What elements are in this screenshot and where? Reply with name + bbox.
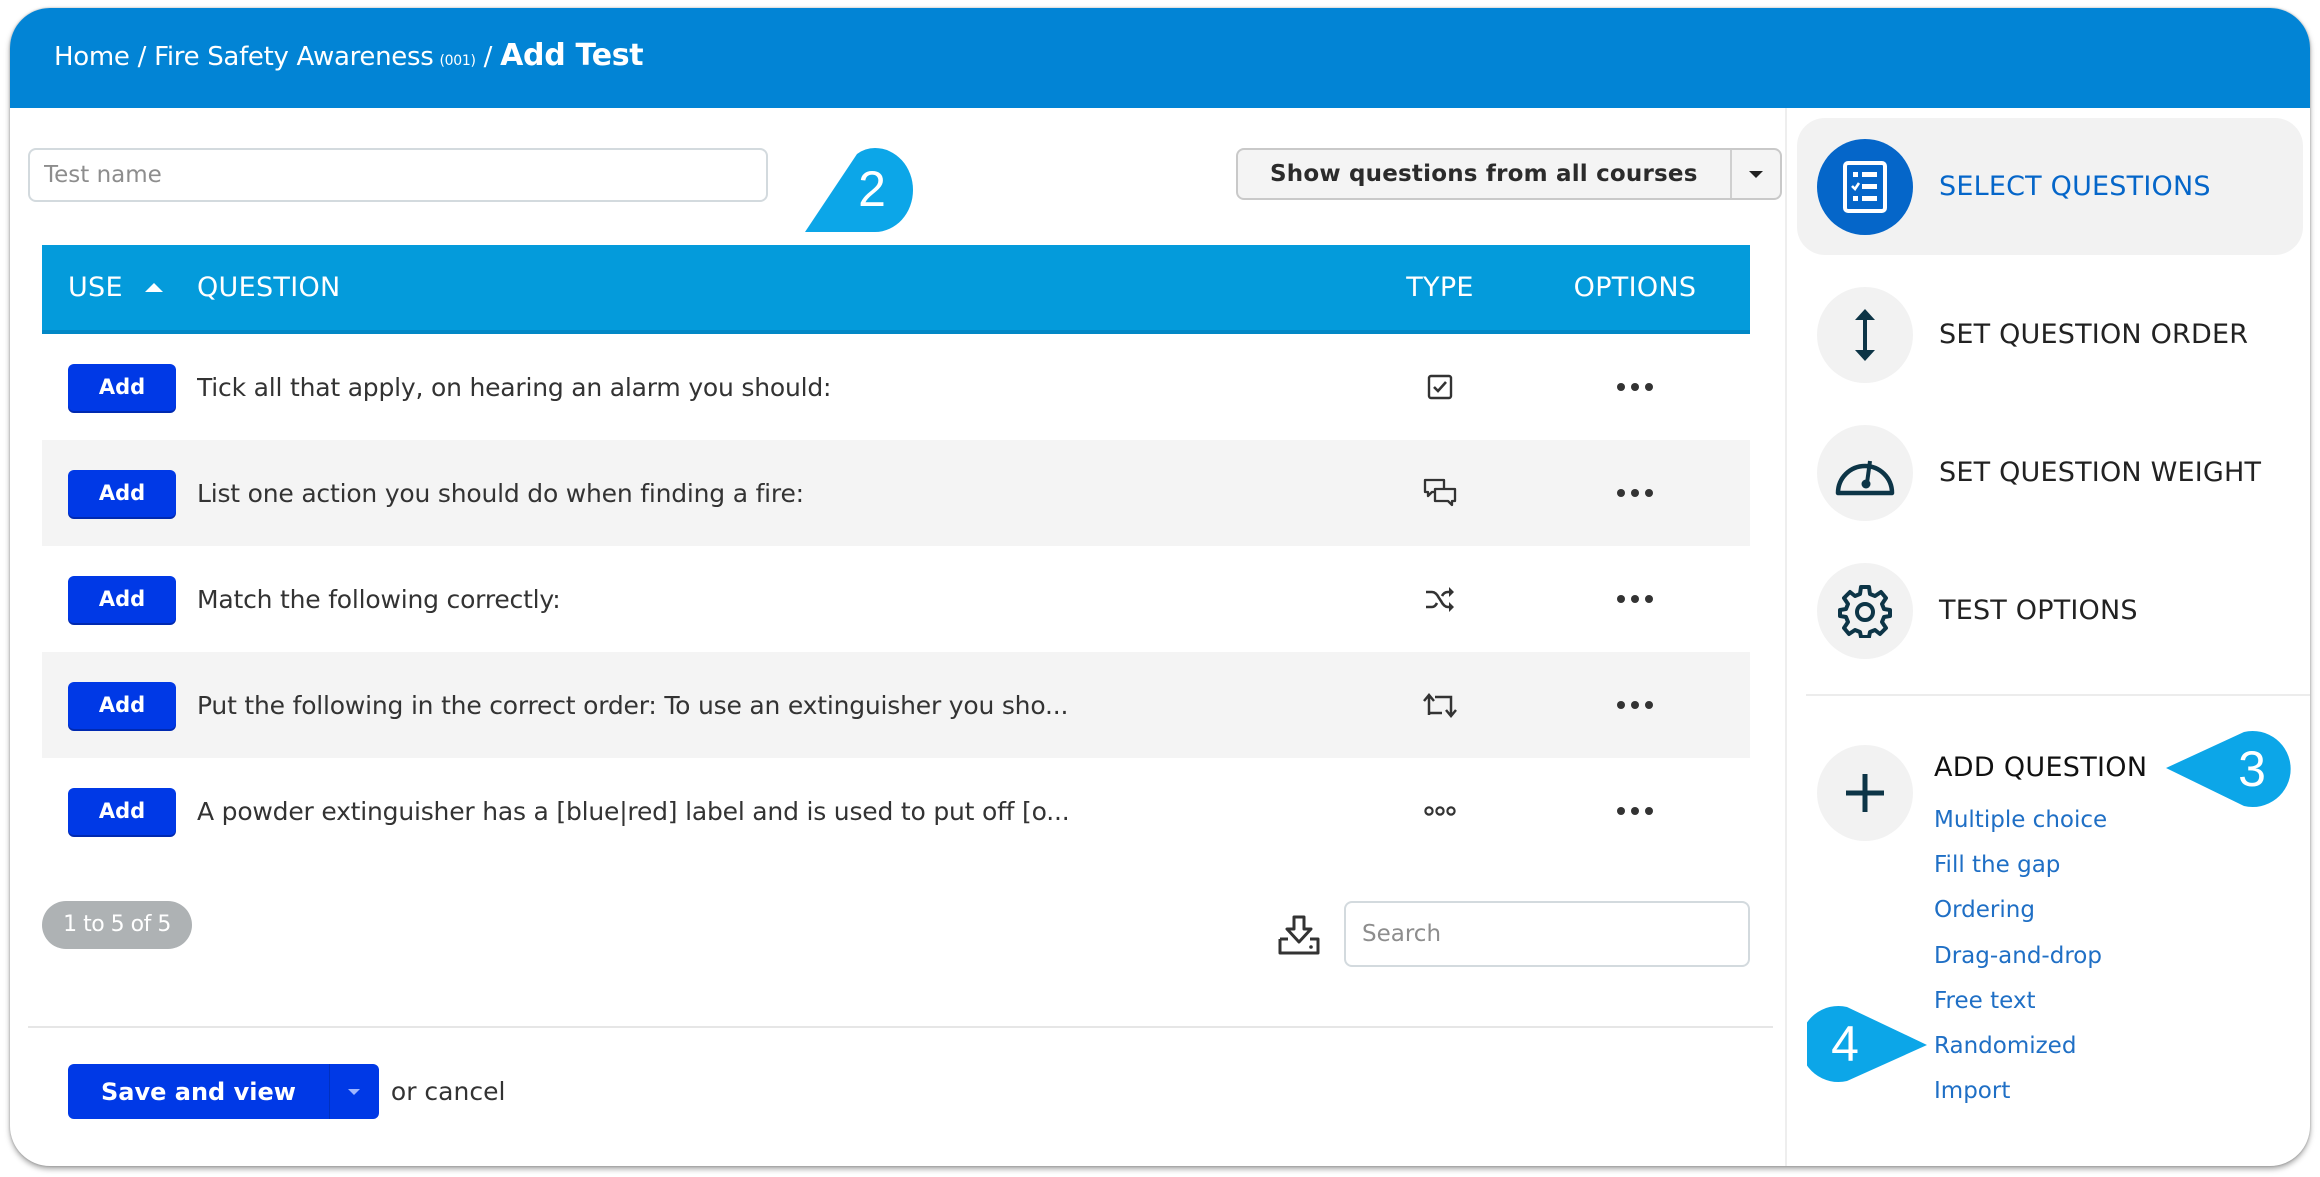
save-split-button: Save and view or cancel <box>68 1064 505 1119</box>
add-question-randomized-link[interactable]: Randomized <box>1934 1024 2107 1069</box>
table-row: Add A powder extinguisher has a [blue|re… <box>42 758 1750 864</box>
add-question-drag-and-drop-link[interactable]: Drag-and-drop <box>1934 934 2107 979</box>
caret-down-icon <box>1748 170 1763 178</box>
breadcrumb: Home / Fire Safety Awareness (001) / Add… <box>54 38 644 73</box>
column-header-use-label: USE <box>68 272 123 303</box>
sort-ascending-icon <box>144 283 163 292</box>
table-row: Add Match the following correctly: <box>42 546 1750 652</box>
checklist-icon <box>1817 138 1913 235</box>
chat-bubbles-icon <box>1423 478 1457 507</box>
more-horizontal-icon[interactable] <box>1617 383 1653 391</box>
questions-table: USE QUESTION TYPE OPTIONS Add Tick all t… <box>42 245 1750 864</box>
breadcrumb-home[interactable]: Home <box>54 42 130 72</box>
question-text: List one action you should do when findi… <box>197 478 804 508</box>
add-question-fill-the-gap-link[interactable]: Fill the gap <box>1934 843 2107 888</box>
add-question-import-link[interactable]: Import <box>1934 1069 2107 1114</box>
course-filter-toggle[interactable] <box>1732 150 1780 198</box>
add-question-button[interactable]: Add <box>68 787 176 835</box>
table-header: USE QUESTION TYPE OPTIONS <box>42 245 1750 334</box>
plus-icon <box>1817 745 1913 841</box>
vertical-arrows-icon <box>1817 286 1913 383</box>
add-question-heading: ADD QUESTION <box>1934 752 2148 783</box>
sidebar-item-label: TEST OPTIONS <box>1939 595 2138 626</box>
callout-2-number: 2 <box>858 161 886 217</box>
add-question-button[interactable]: Add <box>68 575 176 623</box>
question-type <box>1360 691 1520 719</box>
caret-down-icon <box>348 1088 361 1095</box>
save-options-toggle[interactable] <box>328 1064 379 1119</box>
callout-3-number: 3 <box>2238 741 2266 797</box>
footer-divider <box>28 1026 1773 1028</box>
sidebar-item-test-options[interactable]: TEST OPTIONS <box>1797 542 2303 679</box>
table-row: Add Put the following in the correct ord… <box>42 652 1750 758</box>
sidebar-item-select-questions[interactable]: SELECT QUESTIONS <box>1797 118 2303 255</box>
callout-3: 3 <box>2166 730 2292 808</box>
search-input[interactable] <box>1344 901 1750 967</box>
table-row: Add Tick all that apply, on hearing an a… <box>42 334 1750 440</box>
question-text: Match the following correctly: <box>197 584 561 614</box>
callout-4-number: 4 <box>1831 1016 1859 1072</box>
more-horizontal-icon[interactable] <box>1617 489 1653 497</box>
sidebar-item-label: SET QUESTION ORDER <box>1939 319 2249 350</box>
shuffle-icon <box>1426 587 1454 612</box>
callout-2: 2 <box>805 148 925 234</box>
more-horizontal-icon[interactable] <box>1617 807 1653 815</box>
question-type <box>1360 373 1520 401</box>
question-type <box>1360 585 1520 613</box>
page-title: Add Test <box>500 38 644 73</box>
breadcrumb-separator: / <box>137 42 147 72</box>
column-header-question: QUESTION <box>197 272 341 303</box>
question-type <box>1360 477 1520 509</box>
sidebar-section-divider <box>1806 694 2310 696</box>
column-header-options: OPTIONS <box>1573 272 1697 303</box>
column-header-use[interactable]: USE <box>42 272 197 303</box>
breadcrumb-course-code: (001) <box>439 53 476 69</box>
add-question-button[interactable]: Add <box>68 681 176 729</box>
test-name-input[interactable] <box>28 148 768 202</box>
add-question-ordering-link[interactable]: Ordering <box>1934 888 2107 933</box>
add-test-card: Home / Fire Safety Awareness (001) / Add… <box>10 8 2310 1166</box>
fill-gap-dots-icon <box>1424 806 1456 816</box>
more-horizontal-icon[interactable] <box>1617 595 1653 603</box>
reorder-arrows-icon <box>1423 693 1457 718</box>
download-tray-icon[interactable] <box>1277 915 1321 961</box>
callout-4: 4 <box>1807 1005 1927 1083</box>
more-horizontal-icon[interactable] <box>1617 701 1653 709</box>
checkbox-icon <box>1427 374 1453 400</box>
question-text: A powder extinguisher has a [blue|red] l… <box>197 796 1070 826</box>
table-row: Add List one action you should do when f… <box>42 440 1750 546</box>
question-text: Tick all that apply, on hearing an alarm… <box>197 372 832 402</box>
pagination-badge: 1 to 5 of 5 <box>42 901 192 949</box>
sidebar-item-label: SET QUESTION WEIGHT <box>1939 457 2262 488</box>
add-question-free-text-link[interactable]: Free text <box>1934 979 2107 1024</box>
gauge-icon <box>1817 424 1913 521</box>
column-header-type: TYPE <box>1406 272 1474 303</box>
question-type <box>1360 805 1520 817</box>
breadcrumb-separator: / <box>483 42 493 72</box>
sidebar-divider <box>1785 108 1787 1166</box>
course-filter-dropdown[interactable]: Show questions from all courses <box>1236 148 1782 200</box>
sidebar-item-set-question-order[interactable]: SET QUESTION ORDER <box>1797 266 2303 403</box>
add-question-multiple-choice-link[interactable]: Multiple choice <box>1934 798 2107 843</box>
course-filter-label[interactable]: Show questions from all courses <box>1238 150 1732 198</box>
breadcrumb-course[interactable]: Fire Safety Awareness <box>154 42 434 72</box>
add-question-button[interactable]: Add <box>68 363 176 411</box>
gear-icon <box>1817 562 1913 659</box>
add-question-button[interactable]: Add <box>68 469 176 517</box>
page-header: Home / Fire Safety Awareness (001) / Add… <box>10 8 2310 108</box>
sidebar-item-set-question-weight[interactable]: SET QUESTION WEIGHT <box>1797 404 2303 541</box>
add-question-type-list: Multiple choice Fill the gap Ordering Dr… <box>1934 798 2107 1114</box>
cancel-link[interactable]: or cancel <box>391 1077 506 1106</box>
question-text: Put the following in the correct order: … <box>197 690 1069 720</box>
save-and-view-button[interactable]: Save and view <box>68 1064 329 1119</box>
sidebar-item-label: SELECT QUESTIONS <box>1939 171 2211 202</box>
